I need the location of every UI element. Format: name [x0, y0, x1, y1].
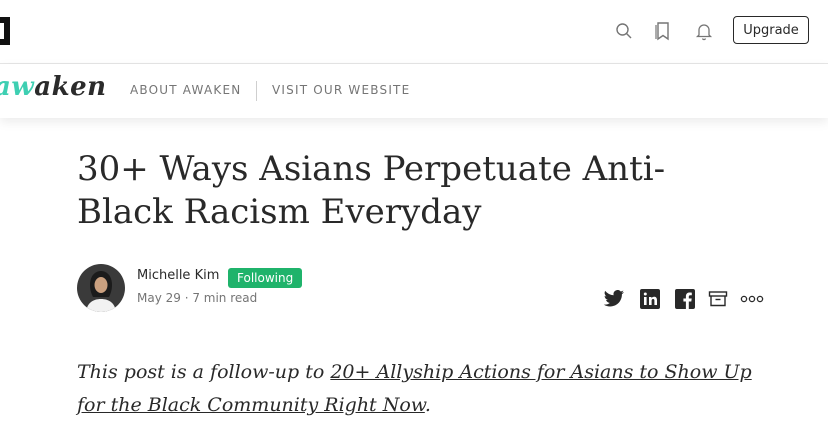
nav-visit-website[interactable]: VISIT OUR WEBSITE: [272, 83, 410, 97]
publication-logo-accent: aw: [0, 72, 35, 102]
facebook-icon[interactable]: [674, 289, 696, 309]
lede-text: This post is a follow-up to: [77, 361, 331, 383]
following-button[interactable]: Following: [228, 268, 303, 288]
article-title: 30+ Ways Asians Perpetuate Anti-Black Ra…: [77, 149, 666, 232]
more-options-icon[interactable]: [739, 289, 765, 309]
nav-divider: [256, 81, 257, 101]
author-name[interactable]: Michelle Kim: [137, 268, 219, 283]
article-meta: May 29 · 7 min read: [137, 291, 258, 305]
nav-about-awaken[interactable]: ABOUT AWAKEN: [130, 83, 241, 97]
article-lede: This post is a follow-up to 20+ Allyship…: [77, 356, 777, 422]
lede-end: .: [424, 394, 431, 416]
publication-logo-rest: aken: [34, 72, 107, 102]
bell-icon[interactable]: [691, 18, 717, 44]
upgrade-button[interactable]: Upgrade: [733, 16, 809, 44]
bookmark-icon[interactable]: [650, 18, 676, 44]
avatar[interactable]: [77, 264, 125, 312]
twitter-icon[interactable]: [603, 289, 625, 309]
publication-bar: awaken ABOUT AWAKEN VISIT OUR WEBSITE: [0, 64, 828, 118]
archive-icon[interactable]: [707, 289, 729, 309]
medium-logo[interactable]: [0, 17, 10, 45]
top-bar: Upgrade: [0, 0, 828, 64]
publication-logo[interactable]: awaken: [0, 72, 107, 102]
search-icon[interactable]: [611, 18, 637, 44]
linkedin-icon[interactable]: [639, 289, 661, 309]
